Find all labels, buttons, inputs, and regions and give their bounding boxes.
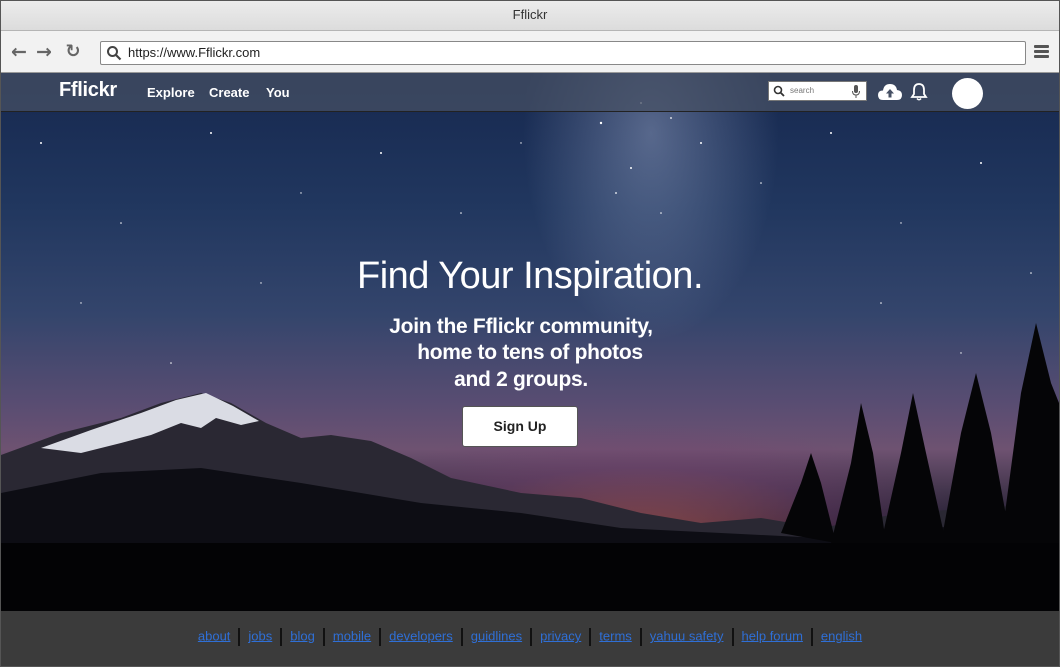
forward-arrow-icon[interactable]: →	[34, 42, 54, 62]
hamburger-menu-icon[interactable]	[1034, 45, 1049, 60]
sign-up-button[interactable]: Sign Up	[462, 406, 578, 447]
footer-link-privacy[interactable]: privacy	[540, 628, 581, 643]
divider	[460, 628, 463, 646]
url-text: https://www.Fflickr.com	[128, 45, 261, 60]
divider	[322, 628, 325, 646]
footer-link-mobile[interactable]: mobile	[333, 628, 371, 643]
microphone-icon[interactable]	[851, 84, 861, 99]
bell-icon[interactable]	[910, 82, 928, 102]
divider	[238, 628, 241, 646]
divider	[589, 628, 592, 646]
window-title: Fflickr	[1, 1, 1059, 31]
footer-link-terms[interactable]: terms	[599, 628, 632, 643]
footer-link-yahuu-safety[interactable]: yahuu safety	[650, 628, 724, 643]
hero-subline-3: and 2 groups.	[454, 368, 588, 391]
avatar[interactable]	[952, 78, 983, 109]
footer-link-about[interactable]: about	[198, 628, 231, 643]
footer-link-blog[interactable]: blog	[290, 628, 315, 643]
hero-headline: Find Your Inspiration.	[356, 255, 704, 297]
divider	[731, 628, 734, 646]
browser-toolbar: ← → ↻ https://www.Fflickr.com	[1, 31, 1059, 73]
hero-subline-1: Join the Fflickr community,	[389, 315, 653, 338]
footer-links: about jobs blog mobile developers guidlines pr…	[1, 628, 1059, 646]
divider	[280, 628, 283, 646]
site-navbar: Fflickr Explore Create You search	[1, 73, 1059, 112]
divider	[379, 628, 382, 646]
site-logo[interactable]: Fflickr	[59, 79, 117, 102]
site-content: Fflickr Explore Create You search Find Y…	[1, 73, 1059, 666]
nav-link-you[interactable]: You	[266, 85, 290, 100]
footer-link-developers[interactable]: developers	[389, 628, 453, 643]
search-icon	[107, 46, 122, 61]
upload-cloud-icon[interactable]	[877, 81, 903, 103]
back-arrow-icon[interactable]: ←	[9, 42, 29, 62]
browser-window: Fflickr ← → ↻ https://www.Fflickr.com Ff…	[0, 0, 1060, 667]
footer-link-guidlines[interactable]: guidlines	[471, 628, 522, 643]
address-bar[interactable]: https://www.Fflickr.com	[100, 41, 1026, 65]
hero-subline-2: home to tens of photos	[417, 341, 643, 364]
reload-icon[interactable]: ↻	[63, 42, 83, 62]
divider	[530, 628, 533, 646]
site-search-input[interactable]: search	[768, 81, 867, 101]
footer-link-help-forum[interactable]: help forum	[742, 628, 803, 643]
search-icon	[773, 85, 785, 97]
nav-link-explore[interactable]: Explore	[147, 85, 195, 100]
hero-section: Fflickr Explore Create You search Find Y…	[1, 73, 1059, 611]
site-footer: about jobs blog mobile developers guidlines pr…	[1, 611, 1059, 666]
divider	[639, 628, 642, 646]
footer-link-english[interactable]: english	[821, 628, 862, 643]
search-placeholder: search	[790, 86, 815, 95]
divider	[810, 628, 813, 646]
nav-link-create[interactable]: Create	[209, 85, 249, 100]
footer-link-jobs[interactable]: jobs	[248, 628, 272, 643]
